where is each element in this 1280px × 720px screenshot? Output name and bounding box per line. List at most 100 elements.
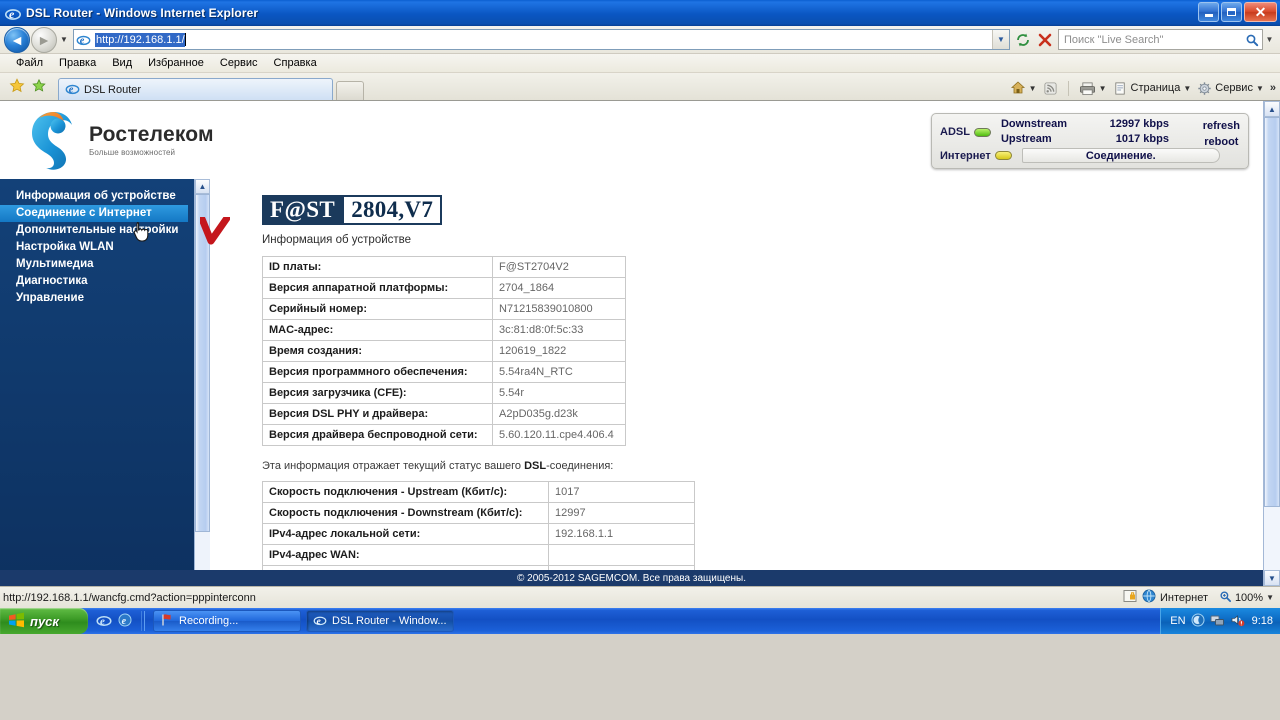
page-scroll-track[interactable] [1264,117,1280,570]
tab-label: DSL Router [84,83,142,96]
sidebar-item-device-info[interactable]: Информация об устройстве [0,188,210,205]
tray-shield-icon[interactable] [1191,613,1205,630]
menu-item-favorites[interactable]: Избранное [140,54,212,73]
refresh-button[interactable]: refresh [1203,118,1240,134]
menu-item-view[interactable]: Вид [104,54,140,73]
window-title-bar[interactable]: e DSL Router - Windows Internet Explorer… [0,0,1280,26]
taskbar-divider [141,611,145,631]
language-indicator[interactable]: EN [1170,615,1185,627]
tray-network-icon[interactable] [1210,613,1225,630]
copyright-footer: © 2005-2012 SAGEMCOM. Все права защищены… [0,570,1263,586]
window-controls: ✕ [1198,2,1277,22]
system-clock[interactable]: 9:18 [1252,615,1273,627]
page-menu-button[interactable]: Страница ▼ [1111,78,1194,98]
minimize-button[interactable] [1198,2,1219,22]
table-row: Версия программного обеспечения: 5.54ra4… [262,361,626,383]
table-row: Версия DSL PHY и драйвера: A2pD035g.d23k [262,403,626,425]
sidebar-item-management[interactable]: Управление [0,290,210,307]
row-value: 1017 [548,481,695,503]
stop-icon[interactable] [1034,29,1056,51]
home-button[interactable]: ▼ [1008,78,1039,98]
taskbar-button-recording[interactable]: Recording... [153,610,301,632]
dsl-note-suffix: -соединения: [546,460,614,472]
taskbar-button-label: Recording... [179,615,239,627]
add-to-favorites-icon[interactable] [28,75,50,97]
page-scroll-up-icon[interactable]: ▲ [1264,101,1280,117]
start-button-label: пуск [30,613,59,629]
command-bar-overflow-icon[interactable]: » [1270,82,1276,94]
menu-item-help[interactable]: Справка [266,54,325,73]
rostelecom-logo: Ростелеком Больше возможностей [0,109,214,171]
scroll-up-icon[interactable]: ▲ [195,179,210,194]
row-key: Версия DSL PHY и драйвера: [262,403,493,425]
dsl-note-prefix: Эта информация отражает текущий статус в… [262,460,525,472]
page-scroll-thumb[interactable] [1264,117,1280,507]
tray-volume-icon[interactable] [1230,613,1245,630]
downstream-label: Downstream [1000,118,1067,130]
zoom-control[interactable]: 100% ▼ [1219,590,1274,606]
sidebar-item-diagnostics[interactable]: Диагностика [0,273,210,290]
security-zone[interactable]: Интернет [1123,589,1208,606]
command-bar: ▼ ▼ Страница ▼ Сервис ▼ » [1008,78,1276,98]
close-button[interactable]: ✕ [1244,2,1277,22]
browser-status-bar: http://192.168.1.1/wancfg.cmd?action=ppp… [0,586,1280,608]
row-key: Версия программного обеспечения: [262,361,493,383]
new-tab-button[interactable] [336,81,364,100]
browser-viewport: Ростелеком Больше возможностей ADSL Down… [0,100,1280,586]
home-dropdown-icon[interactable]: ▼ [1029,84,1037,93]
windows-flag-icon [8,612,25,631]
reboot-button[interactable]: reboot [1203,134,1240,150]
forward-button[interactable]: ► [31,26,57,53]
browser-tab[interactable]: e DSL Router [58,78,333,100]
tools-menu-button[interactable]: Сервис ▼ [1195,78,1266,98]
search-icon[interactable] [1242,33,1262,47]
taskbar-button-dsl-router[interactable]: e DSL Router - Window... [306,610,454,632]
search-input[interactable]: Поиск "Live Search" [1058,29,1263,50]
window-title-text: DSL Router - Windows Internet Explorer [26,6,259,20]
menu-bar: Файл Правка Вид Избранное Сервис Справка [0,54,1280,73]
svg-text:e: e [100,615,105,627]
internet-label: Интернет [940,149,991,162]
table-row: Версия аппаратной платформы: 2704_1864 [262,277,626,299]
sidebar-item-internet-connection[interactable]: Соединение с Интернет [0,205,188,222]
menu-item-file[interactable]: Файл [8,54,51,73]
upstream-label: Upstream [1000,133,1052,145]
menu-item-edit[interactable]: Правка [51,54,104,73]
page-dropdown-icon[interactable]: ▼ [1183,84,1191,93]
row-value: 120619_1822 [492,340,626,362]
feeds-button[interactable] [1041,78,1060,98]
zoom-dropdown-icon[interactable]: ▼ [1266,593,1274,602]
table-row: Серийный номер: N71215839010800 [262,298,626,320]
maximize-button[interactable] [1221,2,1242,22]
start-button[interactable]: пуск [0,608,88,634]
refresh-icon[interactable] [1012,29,1034,51]
dsl-note-bold: DSL [524,460,547,472]
address-dropdown-icon[interactable]: ▼ [992,30,1009,49]
internet-led-icon [994,151,1012,160]
back-button[interactable]: ◄ [4,26,30,53]
page-scroll-down-icon[interactable]: ▼ [1264,570,1280,586]
search-provider-dropdown-icon[interactable]: ▼ [1263,35,1276,44]
router-content: F@ST 2804,V7 Информация об устройстве ID… [210,179,1263,586]
menu-item-tools[interactable]: Сервис [212,54,266,73]
router-sidebar: Информация об устройстве Соединение с Ин… [0,179,231,586]
zoom-level-label: 100% [1234,591,1264,604]
print-button[interactable]: ▼ [1077,78,1109,98]
page-scrollbar[interactable]: ▲ ▼ [1263,101,1280,586]
quicklaunch-ie-icon[interactable]: e [96,612,112,631]
connection-status-panel: ADSL Downstream 12997 kbps Upstream 1017… [931,113,1249,169]
sidebar-item-wlan-settings[interactable]: Настройка WLAN [0,239,210,256]
print-dropdown-icon[interactable]: ▼ [1099,84,1107,93]
quicklaunch-app-icon[interactable]: e [117,612,133,631]
tools-dropdown-icon[interactable]: ▼ [1256,84,1264,93]
sidebar-item-advanced-settings[interactable]: Дополнительные настройки [0,222,210,239]
history-dropdown-icon[interactable]: ▼ [57,35,71,44]
globe-icon [1142,589,1156,606]
sidebar-item-multimedia[interactable]: Мультимедиа [0,256,210,273]
model-logo-model: 2804,V7 [342,195,443,225]
row-value: 12997 [548,502,695,524]
favorites-center-icon[interactable] [6,75,28,97]
address-input[interactable]: e http://192.168.1.1/ ▼ [73,29,1010,50]
row-key: Версия загрузчика (CFE): [262,382,493,404]
row-value: 2704_1864 [492,277,626,299]
